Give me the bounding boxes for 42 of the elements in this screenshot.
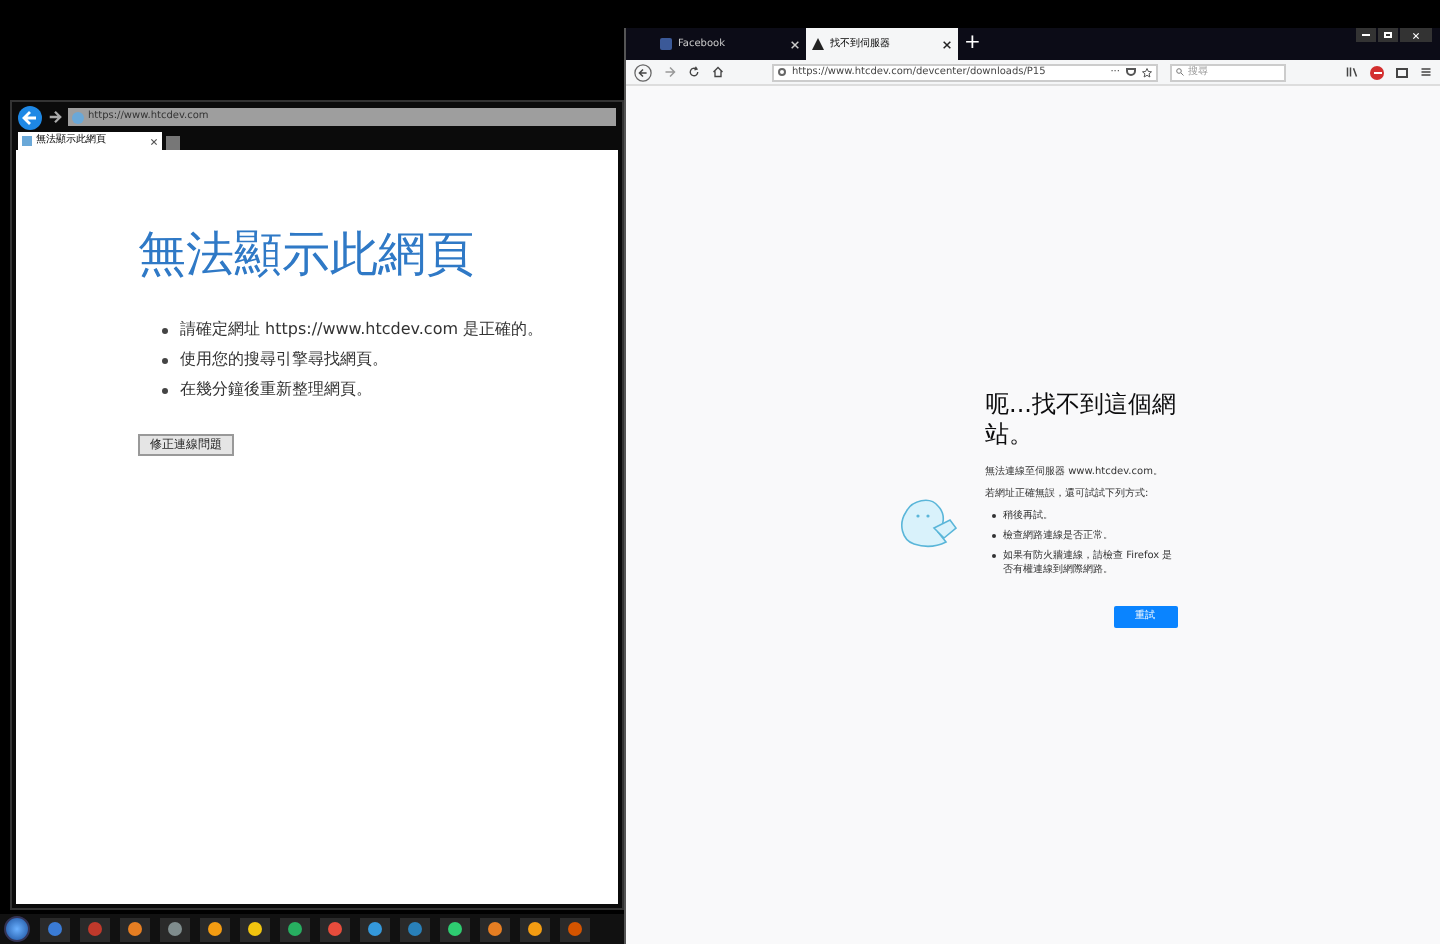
pocket-icon[interactable] [1126,68,1136,76]
new-tab-button[interactable]: + [964,34,981,54]
app-icon[interactable] [480,917,510,941]
menu-icon[interactable] [1420,66,1432,78]
reload-icon[interactable] [688,66,700,78]
blocker-icon[interactable] [1370,65,1384,79]
app-icon[interactable] [440,917,470,941]
facebook-icon [660,38,672,50]
sidebar-icon[interactable] [1396,67,1408,77]
app-icon[interactable] [160,917,190,941]
info-icon [778,68,786,76]
page-icon [72,111,84,123]
app-icon[interactable] [200,917,230,941]
bullet-icon [162,387,168,393]
bullet-icon [162,327,168,333]
minimize-button[interactable] [1356,28,1376,42]
error-heading: 無法顯示此網頁 [138,230,476,278]
library-icon[interactable] [1346,66,1358,78]
star-icon[interactable] [1142,67,1152,77]
app-icon[interactable] [320,917,350,941]
back-arrow-icon [22,109,38,125]
search-icon [1176,68,1184,76]
maximize-button[interactable] [1378,28,1398,42]
bullet-text: 使用您的搜尋引擎尋找網頁。 [180,348,388,372]
app-icon[interactable] [360,917,390,941]
bullet-text: 在幾分鐘後重新整理網頁。 [180,378,372,402]
forward-arrow-icon[interactable] [48,110,62,124]
back-arrow-icon[interactable] [634,63,652,81]
app-icon[interactable] [280,917,310,941]
app-icon[interactable] [520,917,550,941]
back-button[interactable] [18,105,42,129]
start-button[interactable] [4,916,30,942]
bullet-icon [162,357,168,363]
error-heading: 呃...找不到這個網站。 [985,390,1177,450]
close-icon[interactable] [150,137,158,145]
app-icon[interactable] [240,917,270,941]
bullet-text: 請確定網址 https://www.htcdev.com 是正確的。 [180,318,544,342]
app-icon[interactable] [120,917,150,941]
home-icon[interactable] [712,66,724,78]
page-icon [22,136,32,146]
warning-icon [812,38,824,50]
close-icon[interactable] [942,39,952,49]
